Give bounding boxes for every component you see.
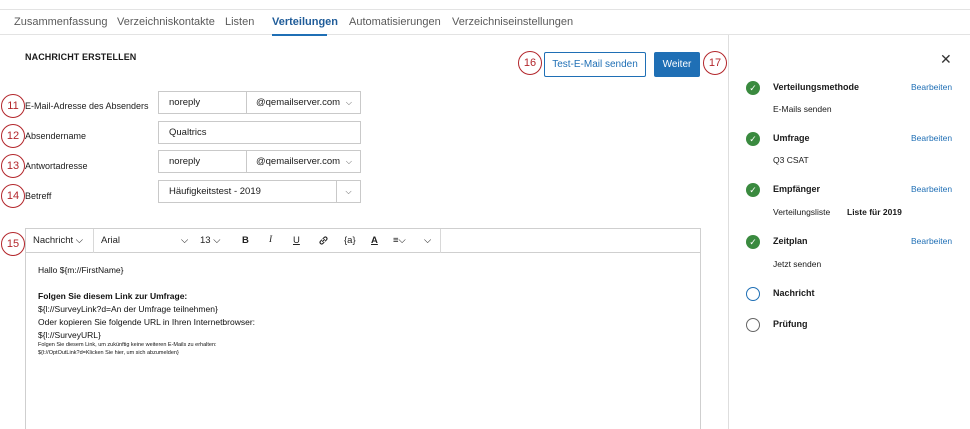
callout-15: 15: [1, 232, 25, 256]
edit-method-link[interactable]: Bearbeiten: [911, 82, 952, 92]
tab-verzeichniskontakte[interactable]: Verzeichniskontakte: [117, 16, 215, 28]
send-test-email-button[interactable]: Test-E-Mail senden: [544, 52, 646, 77]
callout-11: 11: [1, 94, 25, 118]
sender-name-label: Absendername: [25, 131, 87, 141]
subject-input[interactable]: Häufigkeitstest - 2019: [158, 180, 337, 203]
next-button[interactable]: Weiter: [654, 52, 700, 77]
callout-13: 13: [1, 154, 25, 178]
more-options-icon[interactable]: ⌵: [424, 235, 431, 246]
step-title: Zeitplan: [773, 236, 808, 246]
callout-17: 17: [703, 51, 727, 75]
align-icon[interactable]: ≡⌵: [393, 235, 406, 246]
edit-recipients-link[interactable]: Bearbeiten: [911, 184, 952, 194]
chevron-down-icon: ⌵: [345, 98, 352, 107]
edit-survey-link[interactable]: Bearbeiten: [911, 133, 952, 143]
text-color-button[interactable]: A: [371, 235, 378, 246]
font-size-select[interactable]: 13 ⌵: [200, 235, 220, 246]
pending-step-circle-icon: [746, 318, 760, 332]
step-detail: E-Mails senden: [773, 104, 832, 114]
subject-library-dropdown[interactable]: ⌵: [336, 180, 361, 203]
compose-panel: NACHRICHT ERSTELLEN 16 Test-E-Mail sende…: [0, 35, 728, 429]
tab-zusammenfassung[interactable]: Zusammenfassung: [14, 16, 108, 28]
from-address-input[interactable]: noreply: [158, 91, 247, 114]
subject-value: Häufigkeitstest - 2019: [169, 186, 261, 197]
body-line: Oder kopieren Sie folgende URL in Ihren …: [38, 317, 256, 327]
body-line: ${l://OptOutLink?d=Klicken Sie hier, um …: [38, 350, 179, 356]
from-domain-value: @qemailserver.com: [256, 97, 341, 108]
editor-toolbar: Nachricht ⌵ Arial ⌵ 13 ⌵ B I U {a} A ≡⌵ …: [26, 229, 700, 253]
step-detail: Jetzt senden: [773, 259, 822, 269]
check-icon: ✓: [746, 183, 760, 197]
step-title: Empfänger: [773, 184, 821, 194]
from-domain-select[interactable]: @qemailserver.com ⌵: [246, 91, 361, 114]
reply-domain-value: @qemailserver.com: [256, 156, 341, 167]
step-title: Prüfung: [773, 319, 808, 329]
close-icon[interactable]: ✕: [940, 51, 952, 68]
edit-schedule-link[interactable]: Bearbeiten: [911, 236, 952, 246]
sender-name-input[interactable]: Qualtrics: [158, 121, 361, 144]
page-title: NACHRICHT ERSTELLEN: [25, 52, 137, 62]
message-editor[interactable]: Nachricht ⌵ Arial ⌵ 13 ⌵ B I U {a} A ≡⌵ …: [25, 228, 701, 429]
reply-address-label: Antwortadresse: [25, 161, 88, 171]
body-line: ${l://SurveyURL}: [38, 330, 101, 340]
from-address-value: noreply: [169, 97, 201, 108]
font-family-select[interactable]: Arial: [101, 235, 120, 246]
reply-address-input[interactable]: noreply: [158, 150, 247, 173]
from-address-label: E-Mail-Adresse des Absenders: [25, 101, 149, 111]
link-icon[interactable]: [318, 235, 329, 249]
step-detail: Q3 CSAT: [773, 155, 809, 165]
reply-address-value: noreply: [169, 156, 201, 167]
step-title: Nachricht: [773, 288, 815, 298]
body-line: Folgen Sie diesem Link, um zukünftig kei…: [38, 342, 217, 348]
body-line: Folgen Sie diesem Link zur Umfrage:: [38, 291, 188, 301]
toolbar-divider: [93, 229, 94, 253]
bold-button[interactable]: B: [242, 235, 249, 246]
underline-button[interactable]: U: [293, 235, 300, 246]
distribution-steps-panel: ✕ ✓ Verteilungsmethode Bearbeiten E-Mail…: [728, 35, 970, 429]
toolbar-divider: [440, 229, 441, 253]
tab-verzeichniseinstellungen[interactable]: Verzeichniseinstellungen: [452, 16, 573, 28]
chevron-down-icon: ⌵: [345, 186, 352, 196]
current-step-circle-icon: [746, 287, 760, 301]
tab-listen[interactable]: Listen: [225, 16, 254, 28]
callout-14: 14: [1, 184, 25, 208]
chevron-down-icon: ⌵: [345, 157, 352, 166]
italic-button[interactable]: I: [269, 235, 272, 245]
check-icon: ✓: [746, 132, 760, 146]
reply-domain-select[interactable]: @qemailserver.com ⌵: [246, 150, 361, 173]
body-line: ${l://SurveyLink?d=An der Umfrage teilne…: [38, 304, 218, 314]
subject-label: Betreff: [25, 191, 52, 201]
chevron-down-icon[interactable]: ⌵: [181, 235, 188, 246]
callout-16: 16: [518, 51, 542, 75]
step-title: Verteilungsmethode: [773, 82, 860, 92]
tab-automatisierungen[interactable]: Automatisierungen: [349, 16, 441, 28]
sender-name-value: Qualtrics: [169, 127, 207, 138]
step-title: Umfrage: [773, 133, 810, 143]
check-icon: ✓: [746, 81, 760, 95]
check-icon: ✓: [746, 235, 760, 249]
callout-12: 12: [1, 124, 25, 148]
top-nav: Zusammenfassung Verzeichniskontakte List…: [0, 9, 970, 36]
body-line: Hallo ${m://FirstName}: [38, 265, 124, 275]
step-detail: Verteilungsliste: [773, 207, 831, 217]
step-detail-list: Liste für 2019: [847, 207, 902, 217]
piped-text-button[interactable]: {a}: [344, 235, 356, 246]
tab-verteilungen[interactable]: Verteilungen: [272, 16, 338, 28]
format-select[interactable]: Nachricht ⌵: [33, 235, 83, 246]
